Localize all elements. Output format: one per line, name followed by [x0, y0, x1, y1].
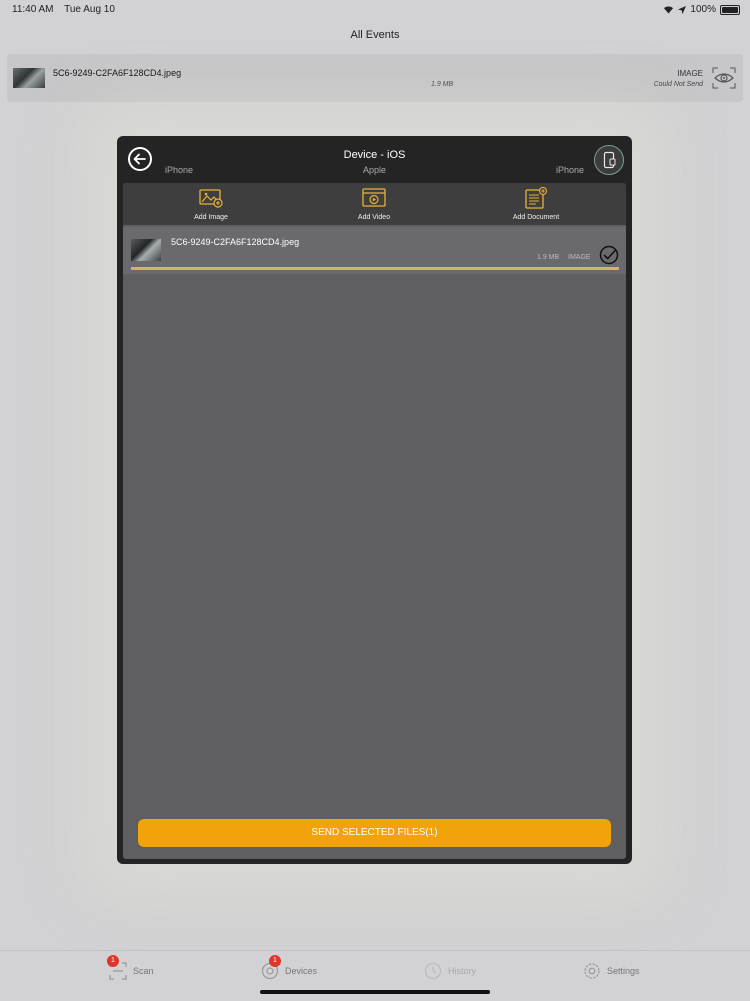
add-toolbar: Add Image Add Video Add Document	[123, 183, 626, 225]
device-right-label: iPhone	[555, 165, 584, 175]
tab-devices[interactable]: 1 Devices	[261, 951, 317, 991]
device-modal: Device - iOS Apple iPhone iPhone Add Ima…	[117, 136, 632, 864]
eye-icon[interactable]	[712, 67, 736, 89]
settings-icon	[583, 962, 601, 980]
upload-progress-fill	[131, 267, 619, 270]
status-right: 100%	[663, 4, 740, 15]
event-status: Could Not Send	[653, 81, 703, 88]
send-selected-files-button[interactable]: SEND SELECTED FILES(1)	[138, 819, 611, 847]
tab-settings-label: Settings	[607, 966, 640, 976]
add-video-icon	[362, 188, 386, 207]
add-document-label: Add Document	[512, 214, 560, 221]
add-image-button[interactable]: Add Image	[151, 183, 271, 225]
add-document-button[interactable]: Add Document	[476, 183, 596, 225]
page-title: All Events	[350, 29, 400, 41]
tab-scan[interactable]: 1 Scan	[107, 951, 154, 991]
status-bar: 11:40 AM Tue Aug 10 100%	[0, 0, 750, 20]
file-row[interactable]: 5C6-9249-C2FA6F128CD4.jpeg 1.9 MB IMAGE	[123, 227, 626, 274]
home-indicator	[260, 990, 490, 994]
battery-percent: 100%	[690, 4, 716, 15]
status-left: 11:40 AM Tue Aug 10	[12, 4, 123, 15]
checkmark-circle-icon[interactable]	[599, 245, 619, 265]
event-file-name: 5C6-9249-C2FA6F128CD4.jpeg	[53, 68, 182, 78]
location-icon	[678, 5, 687, 14]
event-file-size: 1.9 MB	[431, 81, 454, 88]
battery-icon	[720, 4, 740, 15]
file-name: 5C6-9249-C2FA6F128CD4.jpeg	[171, 237, 300, 247]
scan-badge: 1	[107, 955, 119, 967]
event-file-type: IMAGE	[677, 69, 703, 78]
event-thumbnail	[13, 68, 45, 88]
status-time: 11:40 AM	[12, 4, 54, 15]
tab-settings[interactable]: Settings	[583, 951, 640, 991]
device-left-label: iPhone	[165, 165, 194, 175]
phone-icon	[603, 151, 616, 169]
device-title: Device - iOS	[343, 149, 406, 161]
modal-content: Add Image Add Video Add Document 5C6-924…	[123, 183, 626, 859]
file-type: IMAGE	[568, 254, 591, 261]
status-date: Tue Aug 10	[64, 4, 115, 15]
upload-progress-bar	[131, 267, 619, 270]
tab-history[interactable]: History	[424, 951, 476, 991]
tab-history-label: History	[448, 966, 477, 976]
tab-devices-label: Devices	[285, 966, 318, 976]
history-icon	[424, 962, 442, 980]
device-manufacturer: Apple	[362, 165, 387, 175]
devices-badge: 1	[269, 955, 281, 967]
add-video-button[interactable]: Add Video	[314, 183, 434, 225]
device-info-button[interactable]	[594, 145, 624, 175]
add-image-icon	[199, 189, 223, 208]
add-video-label: Add Video	[357, 214, 391, 221]
scan-icon: 1	[107, 955, 127, 980]
wifi-icon	[664, 6, 674, 14]
add-image-label: Add Image	[194, 214, 228, 221]
add-document-icon	[525, 187, 548, 209]
tab-scan-label: Scan	[133, 966, 154, 976]
event-row[interactable]: 5C6-9249-C2FA6F128CD4.jpeg 1.9 MB IMAGE …	[7, 54, 743, 102]
file-thumbnail	[131, 239, 161, 261]
file-size: 1.9 MB	[537, 254, 560, 261]
devices-icon: 1	[261, 955, 281, 980]
